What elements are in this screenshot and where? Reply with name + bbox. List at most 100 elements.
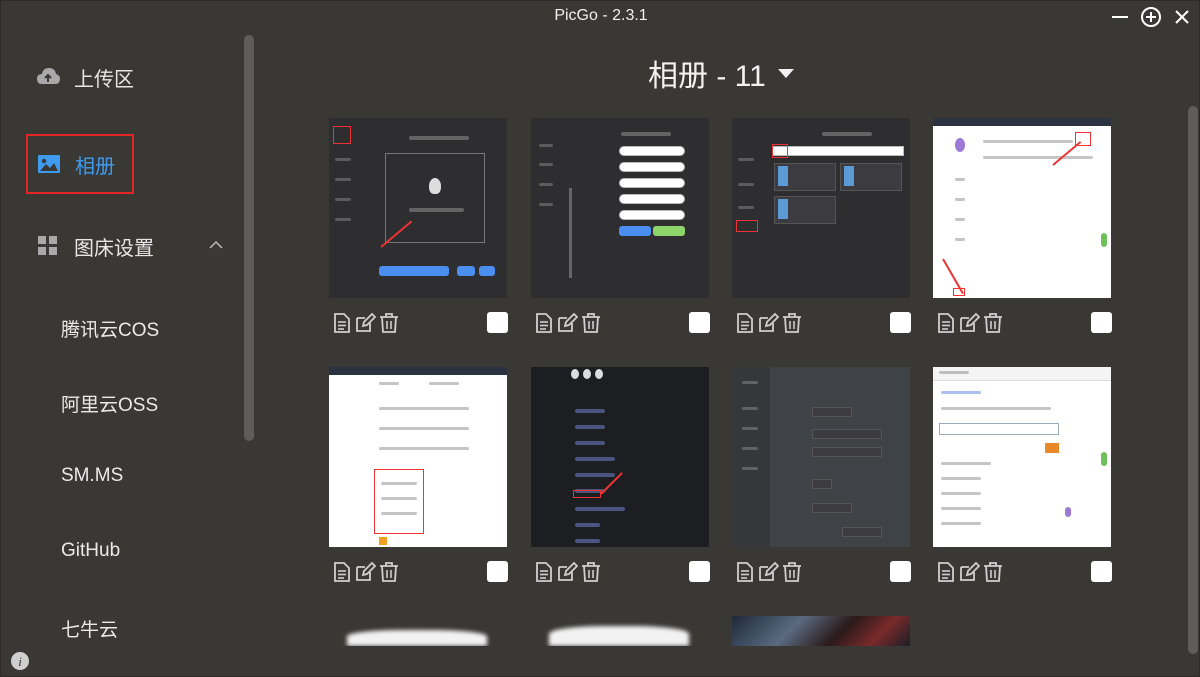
sidebar: 上传区 相册 图床设置 腾讯云COS 阿里云OSS SM.MS GitHub 七…	[1, 33, 263, 677]
gallery-card	[531, 367, 711, 582]
gallery-card	[531, 118, 711, 333]
plus-circle-icon	[1141, 7, 1161, 27]
chevron-up-icon	[209, 240, 223, 249]
gallery-thumbnail[interactable]	[732, 367, 910, 547]
sidebar-item-gallery[interactable]: 相册	[26, 134, 134, 194]
delete-button[interactable]	[378, 561, 400, 583]
delete-button[interactable]	[982, 561, 1004, 583]
delete-button[interactable]	[580, 312, 602, 334]
gallery-thumbnail[interactable]	[531, 616, 709, 646]
gallery-card	[329, 616, 509, 646]
gallery-title-dropdown[interactable]: 相册 - 11	[648, 51, 796, 95]
select-checkbox[interactable]	[890, 561, 911, 582]
edit-button[interactable]	[354, 561, 377, 583]
sidebar-sub-item-qiniu[interactable]: 七牛云	[61, 615, 118, 642]
gallery-thumbnail[interactable]	[531, 367, 709, 547]
gallery-thumbnail[interactable]	[329, 616, 507, 646]
document-icon	[334, 313, 350, 333]
cloud-upload-icon	[35, 64, 61, 90]
sidebar-sub-item-smms[interactable]: SM.MS	[61, 465, 123, 487]
edit-icon	[759, 561, 780, 581]
gallery-card	[933, 367, 1113, 582]
maximize-button[interactable]	[1140, 6, 1162, 28]
sidebar-item-label: 上传区	[74, 68, 134, 91]
sidebar-item-upload[interactable]: 上传区	[35, 57, 134, 97]
edit-icon	[558, 561, 579, 581]
card-actions	[533, 561, 711, 585]
select-checkbox[interactable]	[689, 561, 710, 582]
copy-link-button[interactable]	[935, 312, 957, 334]
edit-icon	[356, 561, 377, 581]
edit-button[interactable]	[354, 312, 377, 334]
copy-link-button[interactable]	[734, 312, 756, 334]
select-checkbox[interactable]	[890, 312, 911, 333]
sidebar-scrollbar[interactable]	[244, 35, 254, 441]
card-actions	[331, 312, 509, 336]
copy-link-button[interactable]	[533, 312, 555, 334]
trash-icon	[783, 562, 801, 582]
gallery-thumbnail[interactable]	[329, 118, 507, 298]
card-actions	[935, 312, 1113, 336]
gallery-title: 相册 - 11	[648, 60, 766, 93]
gallery-scrollbar[interactable]	[1188, 106, 1198, 654]
caret-down-icon	[777, 69, 794, 78]
card-actions	[533, 312, 711, 336]
close-icon	[1175, 10, 1189, 24]
delete-button[interactable]	[982, 312, 1004, 334]
sidebar-item-settings[interactable]: 图床设置	[35, 226, 235, 266]
edit-icon	[759, 312, 780, 332]
delete-button[interactable]	[781, 312, 803, 334]
close-button[interactable]	[1171, 6, 1193, 28]
trash-icon	[582, 313, 600, 333]
copy-link-button[interactable]	[935, 561, 957, 583]
trash-icon	[582, 562, 600, 582]
copy-link-button[interactable]	[331, 312, 353, 334]
gallery-card	[732, 118, 912, 333]
edit-button[interactable]	[556, 312, 579, 334]
card-actions	[331, 561, 509, 585]
trash-icon	[984, 562, 1002, 582]
gallery-thumbnail[interactable]	[329, 367, 507, 547]
gallery-thumbnail[interactable]	[531, 118, 709, 298]
copy-link-button[interactable]	[533, 561, 555, 583]
trash-icon	[783, 313, 801, 333]
document-icon	[938, 313, 954, 333]
trash-icon	[984, 313, 1002, 333]
select-checkbox[interactable]	[487, 561, 508, 582]
gallery-card	[329, 367, 509, 582]
delete-button[interactable]	[781, 561, 803, 583]
edit-button[interactable]	[757, 561, 780, 583]
minimize-button[interactable]	[1109, 6, 1131, 28]
gallery-thumbnail[interactable]	[732, 616, 910, 646]
image-icon	[36, 151, 62, 177]
select-checkbox[interactable]	[1091, 561, 1112, 582]
delete-button[interactable]	[378, 312, 400, 334]
window-title: PicGo - 2.3.1	[554, 7, 648, 24]
sidebar-sub-item-github[interactable]: GitHub	[61, 540, 120, 562]
gallery-thumbnail[interactable]	[933, 118, 1111, 298]
sidebar-sub-item-oss[interactable]: 阿里云OSS	[61, 390, 158, 417]
delete-button[interactable]	[580, 561, 602, 583]
select-checkbox[interactable]	[1091, 312, 1112, 333]
document-icon	[536, 313, 552, 333]
copy-link-button[interactable]	[331, 561, 353, 583]
edit-button[interactable]	[556, 561, 579, 583]
copy-link-button[interactable]	[734, 561, 756, 583]
gallery-thumbnail[interactable]	[933, 367, 1111, 547]
edit-button[interactable]	[958, 561, 981, 583]
edit-icon	[356, 312, 377, 332]
sidebar-sub-item-cos[interactable]: 腾讯云COS	[61, 315, 159, 342]
select-checkbox[interactable]	[487, 312, 508, 333]
gallery-card	[732, 367, 912, 582]
picgo-window: PicGo - 2.3.1 上传区 相册 图床设置 腾讯云COS 阿里云OSS …	[0, 0, 1200, 677]
gallery-card	[732, 616, 912, 646]
document-icon	[334, 562, 350, 582]
select-checkbox[interactable]	[689, 312, 710, 333]
edit-button[interactable]	[757, 312, 780, 334]
minimize-icon	[1112, 16, 1128, 18]
document-icon	[536, 562, 552, 582]
edit-button[interactable]	[958, 312, 981, 334]
gallery-thumbnail[interactable]	[732, 118, 910, 298]
info-icon[interactable]: i	[10, 651, 30, 671]
title-bar: PicGo - 2.3.1	[1, 1, 1200, 33]
